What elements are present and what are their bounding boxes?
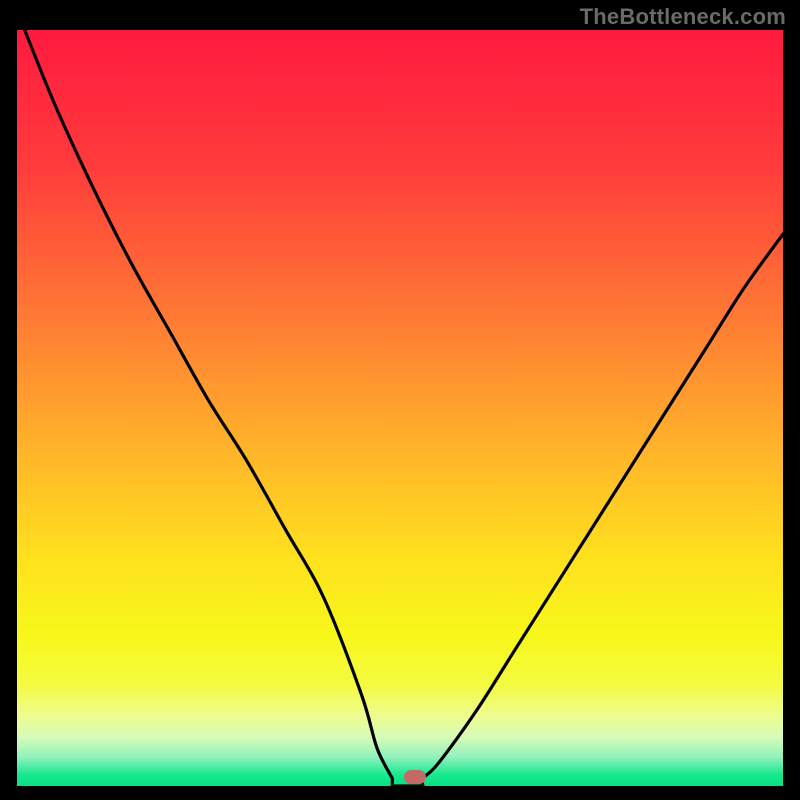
watermark-text: TheBottleneck.com <box>580 4 786 30</box>
bottleneck-curve <box>17 30 783 786</box>
optimum-marker <box>404 770 426 784</box>
plot-area <box>17 30 783 786</box>
